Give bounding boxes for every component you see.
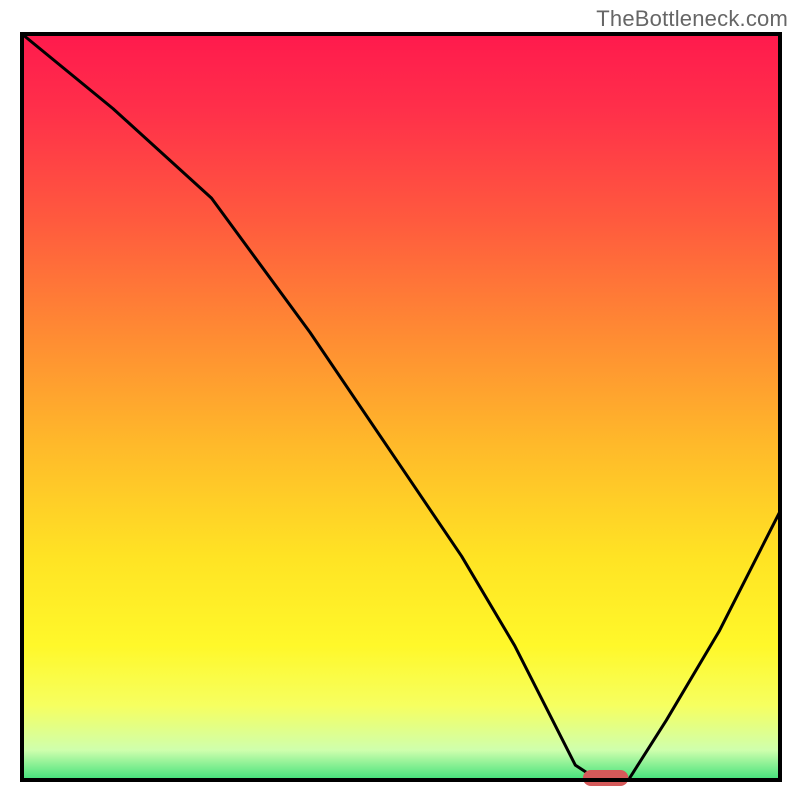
plot-background	[22, 34, 780, 780]
watermark-label: TheBottleneck.com	[596, 6, 788, 32]
chart-svg	[0, 0, 800, 800]
chart-container: TheBottleneck.com	[0, 0, 800, 800]
